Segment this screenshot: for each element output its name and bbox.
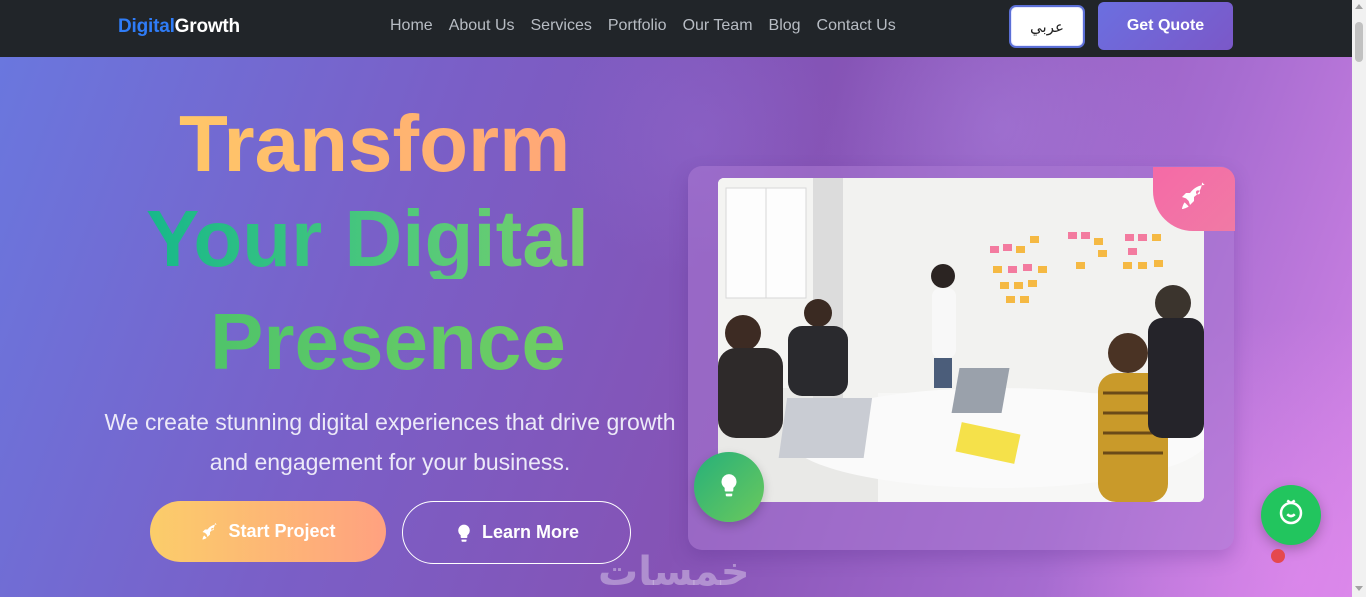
scroll-thumb[interactable]	[1355, 22, 1363, 62]
navbar: DigitalGrowth Home About Us Services Por…	[0, 0, 1352, 57]
hero-section: Transform Your Digital Presence We creat…	[0, 57, 1352, 597]
chat-icon	[1276, 498, 1306, 533]
start-project-label: Start Project	[228, 521, 336, 541]
lightbulb-badge	[694, 452, 764, 522]
learn-more-button[interactable]: Learn More	[402, 501, 631, 564]
nav-link-blog[interactable]: Blog	[769, 17, 801, 35]
nav-link-team[interactable]: Our Team	[683, 17, 753, 35]
learn-more-label: Learn More	[481, 522, 580, 542]
nav-link-contact[interactable]: Contact Us	[817, 17, 896, 35]
rocket-icon	[1178, 181, 1210, 218]
floating-chat-button[interactable]	[1261, 485, 1321, 545]
lightbulb-icon	[716, 472, 742, 503]
brand-logo[interactable]: DigitalGrowth	[118, 16, 240, 38]
nav-link-services[interactable]: Services	[531, 17, 592, 35]
hero-team-photo	[718, 178, 1204, 502]
page-scrollbar[interactable]	[1352, 0, 1366, 597]
rocket-icon	[200, 522, 220, 542]
language-toggle-button[interactable]: عربي	[1009, 5, 1085, 48]
get-quote-button[interactable]: Get Quote	[1098, 2, 1233, 50]
nav-link-portfolio[interactable]: Portfolio	[608, 17, 667, 35]
start-project-button[interactable]: Start Project	[150, 501, 386, 562]
hero-title-line1: Transform	[179, 99, 571, 188]
hero-title-line3: Presence	[210, 297, 566, 386]
brand-part-digital: Digital	[118, 16, 175, 37]
scroll-down-arrow-icon[interactable]	[1355, 586, 1363, 591]
nav-links: Home About Us Services Portfolio Our Tea…	[390, 17, 912, 35]
nav-link-about[interactable]: About Us	[449, 17, 515, 35]
scroll-up-arrow-icon[interactable]	[1355, 4, 1363, 9]
lightbulb-icon	[454, 523, 474, 543]
nav-link-home[interactable]: Home	[390, 17, 433, 35]
brand-part-growth: Growth	[174, 16, 240, 37]
notification-dot	[1271, 549, 1285, 563]
hero-subtitle: We create stunning digital experiences t…	[104, 409, 676, 475]
hero-title-line2: Your Digital	[146, 194, 589, 283]
watermark-logo: خمسات	[598, 549, 750, 595]
